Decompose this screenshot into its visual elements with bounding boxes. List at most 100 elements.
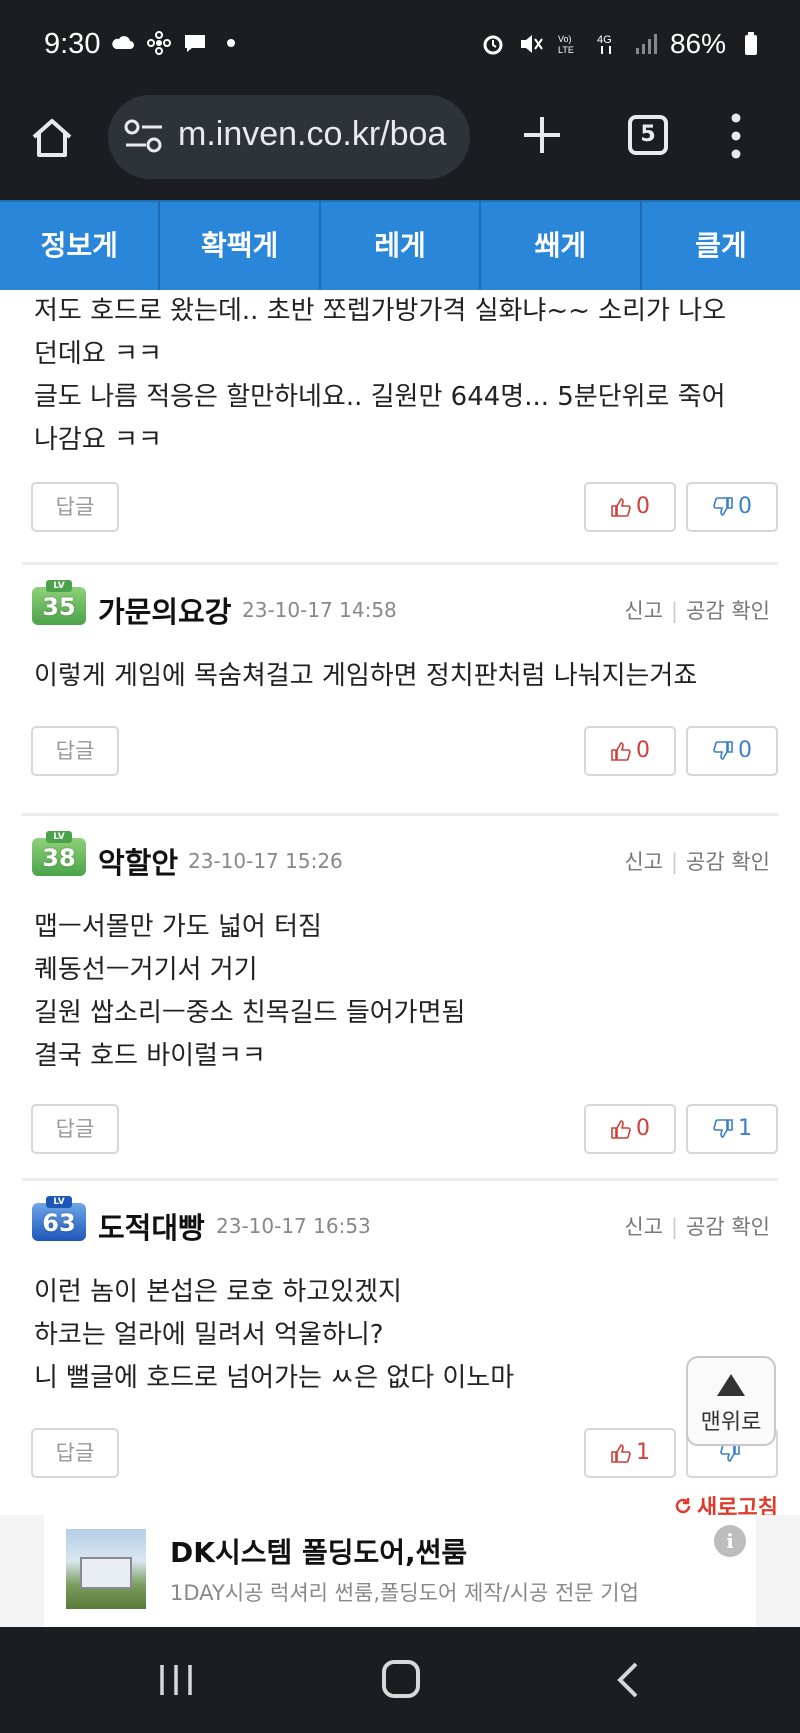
tab-board-1[interactable]: 확팩게 xyxy=(160,202,321,290)
thumbs-down-icon xyxy=(713,1119,733,1138)
comment-item: LV 35 가문의요강 23-10-17 14:58 신고 | 공감 확인 이렇게 … xyxy=(22,565,778,816)
reply-button[interactable]: 답글 xyxy=(31,1104,119,1154)
reply-button[interactable]: 답글 xyxy=(31,482,119,532)
upvote-button[interactable]: 0 xyxy=(584,726,676,776)
new-tab-icon[interactable] xyxy=(520,113,564,157)
refresh-icon xyxy=(675,1498,691,1514)
downvote-count: 0 xyxy=(738,494,752,519)
ad-subtitle[interactable]: 1DAY시공 럭셔리 썬룸,폴딩도어 제작/시공 전문 기업 xyxy=(170,1577,639,1607)
comment-line: 저도 호드로 왔는데.. 초반 쪼렙가방가격 실화냐~~ 소리가 나오 xyxy=(34,296,727,326)
tab-board-0[interactable]: 정보게 xyxy=(0,202,161,290)
home-nav-icon[interactable] xyxy=(382,1660,420,1698)
level-badge: LV 38 xyxy=(32,831,86,876)
comment-text: 저도 호드로 왔는데.. 초반 쪼렙가방가격 실화냐~~ 소리가 나오 던데요 … xyxy=(22,290,778,462)
browser-toolbar: m.inven.co.kr/boa 5 xyxy=(0,95,800,200)
check-likes-link[interactable]: 공감 확인 xyxy=(686,850,770,874)
upvote-button[interactable]: 1 xyxy=(584,1428,676,1478)
level-tag: LV xyxy=(46,1196,72,1208)
status-time: 9:30 xyxy=(44,28,101,60)
back-icon[interactable] xyxy=(612,1661,642,1699)
mute-icon xyxy=(520,35,543,53)
reply-button[interactable]: 답글 xyxy=(31,1428,119,1478)
tab-board-2[interactable]: 레게 xyxy=(321,202,482,290)
comment-line: 퀘동선ㅡ거기서 거기 xyxy=(34,955,258,985)
comment-line: 나감요 ㅋㅋ xyxy=(34,425,162,455)
check-likes-link[interactable]: 공감 확인 xyxy=(686,599,770,623)
comment-line: 던데요 ㅋㅋ xyxy=(34,339,162,369)
home-icon[interactable] xyxy=(28,115,76,163)
ad-banner[interactable]: DK시스템 폴딩도어,썬룸 1DAY시공 럭셔리 썬룸,폴딩도어 제작/시공 전… xyxy=(0,1515,800,1627)
comment-text: 이렇게 게임에 목숨쳐걸고 게임하면 정치판처럼 나눠지는거죠 xyxy=(22,655,778,698)
cloud-icon xyxy=(112,36,134,49)
more-menu-icon[interactable] xyxy=(726,111,746,161)
site-settings-icon[interactable] xyxy=(122,117,166,157)
level-number: 63 xyxy=(42,1209,76,1237)
level-tag: LV xyxy=(46,580,72,592)
battery-icon xyxy=(745,32,757,55)
system-nav-bar xyxy=(0,1627,800,1733)
report-link[interactable]: 신고 xyxy=(624,1215,663,1239)
scroll-top-label: 맨위로 xyxy=(700,1410,762,1435)
comment-actions: 신고 | 공감 확인 xyxy=(624,599,770,623)
comment-footer: 답글 0 0 xyxy=(22,462,778,562)
svg-text:4G: 4G xyxy=(597,34,612,46)
check-likes-link[interactable]: 공감 확인 xyxy=(686,1215,770,1239)
comment-line: 결국 호드 바이럴ㅋㅋ xyxy=(34,1041,266,1071)
tab-board-3[interactable]: 쐐게 xyxy=(481,202,642,290)
comment-item: LV 38 악할안 23-10-17 15:26 신고 | 공감 확인 맵ㅡ서몰만 … xyxy=(22,816,778,1181)
tab-count-button[interactable]: 5 xyxy=(628,115,668,155)
comment-actions: 신고 | 공감 확인 xyxy=(624,1215,770,1239)
recent-apps-icon[interactable] xyxy=(158,1663,194,1697)
comment-date: 23-10-17 16:53 xyxy=(216,1214,371,1238)
downvote-button[interactable]: 0 xyxy=(686,482,778,532)
comment-header: LV 35 가문의요강 23-10-17 14:58 신고 | 공감 확인 xyxy=(22,565,778,655)
comment-line: 글도 나름 적응은 할만하네요.. 길원만 644명... 5분단위로 죽어 xyxy=(34,382,726,412)
comment-date: 23-10-17 14:58 xyxy=(242,598,397,622)
comment-line: 이런 놈이 본섭은 로호 하고있겠지 xyxy=(34,1277,402,1307)
downvote-button[interactable]: 0 xyxy=(686,726,778,776)
comment-line: 맵ㅡ서몰만 가도 넓어 터짐 xyxy=(34,912,322,942)
up-arrow-icon xyxy=(717,1374,745,1396)
comment-line: 길원 쌉소리ㅡ중소 친목길드 들어가면됨 xyxy=(34,998,466,1028)
scroll-to-top-button[interactable]: 맨위로 xyxy=(686,1356,776,1446)
board-tabs: 정보게 확팩게 레게 쐐게 클게 xyxy=(0,200,800,290)
alarm-icon xyxy=(483,35,503,55)
upvote-button[interactable]: 0 xyxy=(584,1104,676,1154)
dot-icon xyxy=(227,39,235,47)
system-icons: Vo) LTE 4G 86% xyxy=(480,28,764,60)
author-nickname[interactable]: 도적대빵 xyxy=(98,1205,205,1247)
ad-title[interactable]: DK시스템 폴딩도어,썬룸 xyxy=(170,1531,467,1571)
report-link[interactable]: 신고 xyxy=(624,850,663,874)
thumbs-up-icon xyxy=(611,1444,631,1463)
downvote-button[interactable]: 1 xyxy=(686,1104,778,1154)
volte-icon: Vo)LTE xyxy=(558,34,574,55)
comment-text: 이런 놈이 본섭은 로호 하고있겠지 하코는 얼라에 밀려서 억울하니? 니 뻘… xyxy=(22,1271,778,1400)
upvote-button[interactable]: 0 xyxy=(584,482,676,532)
comment-text: 맵ㅡ서몰만 가도 넓어 터짐 퀘동선ㅡ거기서 거기 길원 쌉소리ㅡ중소 친목길드… xyxy=(22,906,778,1078)
comment-header: LV 63 도적대빵 23-10-17 16:53 신고 | 공감 확인 xyxy=(22,1181,778,1271)
comment-item: LV 63 도적대빵 23-10-17 16:53 신고 | 공감 확인 이런 놈이… xyxy=(22,1181,778,1521)
comment-list: 저도 호드로 왔는데.. 초반 쪼렙가방가격 실화냐~~ 소리가 나오 던데요 … xyxy=(0,290,800,1521)
thumbs-down-icon xyxy=(713,497,733,516)
comment-item: 저도 호드로 왔는데.. 초반 쪼렙가방가격 실화냐~~ 소리가 나오 던데요 … xyxy=(22,290,778,565)
downvote-count: 0 xyxy=(738,738,752,763)
author-nickname[interactable]: 악할안 xyxy=(98,840,178,882)
thumbs-up-icon xyxy=(611,742,631,761)
ad-card[interactable]: DK시스템 폴딩도어,썬룸 1DAY시공 럭셔리 썬룸,폴딩도어 제작/시공 전… xyxy=(44,1515,756,1627)
level-number: 35 xyxy=(42,593,76,621)
chat-bubble-icon xyxy=(185,35,205,52)
tab-board-4[interactable]: 클게 xyxy=(642,202,800,290)
url-text[interactable]: m.inven.co.kr/boa xyxy=(178,115,446,154)
ad-image[interactable] xyxy=(66,1529,146,1609)
comment-footer: 답글 0 1 xyxy=(22,1078,778,1178)
comment-line: 니 뻘글에 호드로 넘어가는 ㅆ은 없다 이노마 xyxy=(34,1363,515,1393)
author-nickname[interactable]: 가문의요강 xyxy=(98,589,231,631)
address-bar[interactable]: m.inven.co.kr/boa xyxy=(108,95,470,179)
report-link[interactable]: 신고 xyxy=(624,599,663,623)
comment-line: 하코는 얼라에 밀려서 억울하니? xyxy=(34,1320,384,1350)
reply-button[interactable]: 답글 xyxy=(31,726,119,776)
upvote-count: 0 xyxy=(636,1116,650,1141)
ad-info-icon[interactable]: i xyxy=(714,1525,746,1557)
comment-date: 23-10-17 15:26 xyxy=(188,849,343,873)
pinwheel-icon xyxy=(147,31,171,55)
